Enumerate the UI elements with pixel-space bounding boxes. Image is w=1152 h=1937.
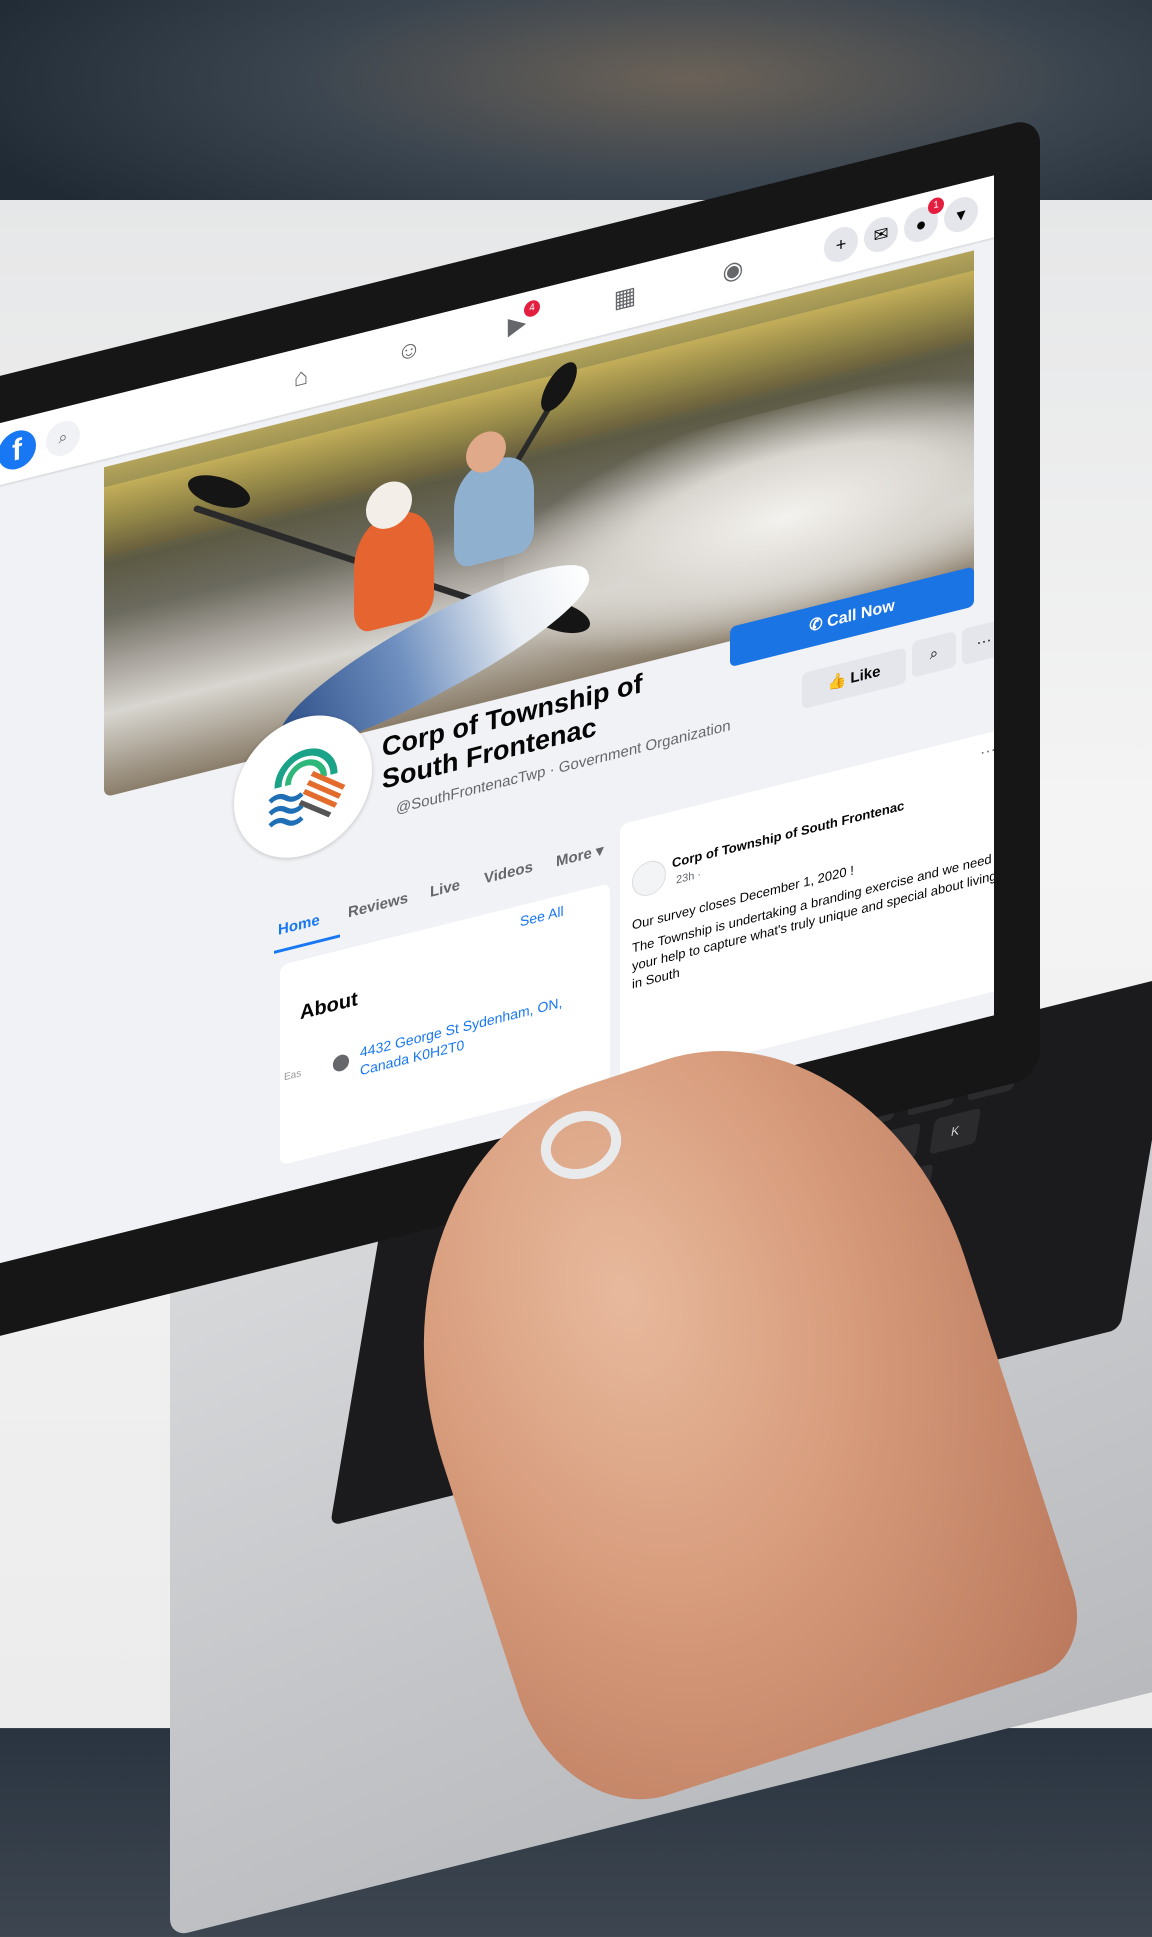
page-more-button[interactable]: ··· xyxy=(962,618,994,666)
search-icon[interactable]: ⌕ xyxy=(46,417,80,460)
messenger-icon[interactable]: ✉ xyxy=(864,213,898,256)
key[interactable]: K xyxy=(929,1107,982,1155)
post-author-avatar[interactable] xyxy=(632,857,666,900)
notifications-icon[interactable]: ● 1 xyxy=(904,195,944,246)
like-label: Like xyxy=(850,662,881,688)
about-address[interactable]: 4432 George St Sydenham, ON, Canada K0H2… xyxy=(360,989,580,1080)
page-search-icon[interactable]: ⌕ xyxy=(912,630,956,678)
tab-more[interactable]: More ▾ xyxy=(556,841,604,871)
create-icon[interactable]: + xyxy=(824,223,858,266)
watch-icon[interactable]: ▶ 4 xyxy=(500,298,540,344)
call-now-label: Call Now xyxy=(827,597,895,631)
post-options-icon[interactable]: ··· xyxy=(980,741,994,763)
map-label: Eas xyxy=(284,1068,302,1084)
watch-badge: 4 xyxy=(524,298,540,319)
tab-live[interactable]: Live xyxy=(430,876,460,900)
notification-badge: 1 xyxy=(928,195,944,216)
facebook-logo[interactable]: f xyxy=(0,426,36,474)
post-text-line-2: The Township is undertaking a branding e… xyxy=(632,850,994,992)
location-pin-icon: ⬤ xyxy=(332,1051,350,1074)
marketplace-icon[interactable]: ▦ xyxy=(608,279,642,317)
account-menu-icon[interactable]: ▾ xyxy=(944,193,978,236)
like-button[interactable]: 👍 Like xyxy=(802,647,906,710)
groups-icon[interactable]: ◉ xyxy=(716,252,750,290)
see-all-link[interactable]: See All xyxy=(520,903,564,930)
tab-home[interactable]: Home xyxy=(278,911,320,938)
friends-icon[interactable]: ☺ xyxy=(392,333,426,371)
home-icon[interactable]: ⌂ xyxy=(284,360,318,398)
tab-videos[interactable]: Videos xyxy=(484,858,533,887)
post-timestamp[interactable]: 23h · xyxy=(676,868,701,886)
tab-reviews[interactable]: Reviews xyxy=(348,889,408,921)
about-title: About xyxy=(300,987,358,1025)
